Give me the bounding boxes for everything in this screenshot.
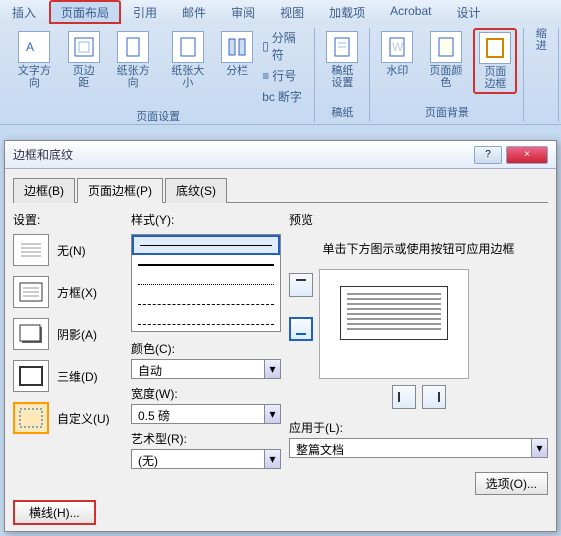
page-border-icon [479, 32, 511, 64]
art-field: 艺术型(R): (无)▾ [131, 430, 281, 469]
orientation-button[interactable]: 纸张方向 [107, 28, 160, 92]
setting-shadow[interactable]: 阴影(A) [13, 318, 123, 350]
tab-design[interactable]: 设计 [444, 0, 493, 24]
art-combo[interactable]: (无)▾ [131, 449, 281, 469]
group-page-background: W水印 页面颜色 页面 边框 页面背景 [370, 28, 524, 122]
text-direction-button[interactable]: A文字方向 [8, 28, 61, 92]
width-label: 宽度(W): [131, 385, 281, 402]
preview-column: 预览 单击下方图示或使用按钮可应用边框 [289, 211, 548, 475]
tab-insert[interactable]: 插入 [0, 0, 49, 24]
horizontal-line-button[interactable]: 横线(H)... [13, 500, 96, 525]
setting-custom[interactable]: 自定义(U) [13, 402, 123, 434]
tab-addins[interactable]: 加载项 [317, 0, 378, 24]
line-no-icon: ≡ [262, 69, 269, 83]
breaks-icon: ▯ [262, 39, 269, 53]
page-border-button[interactable]: 页面 边框 [473, 28, 517, 94]
chevron-down-icon[interactable]: ▾ [264, 450, 280, 468]
group-paper: 稿纸 设置 稿纸 [315, 28, 370, 122]
style-option[interactable] [132, 275, 280, 295]
none-icon [13, 234, 49, 266]
box-icon [13, 276, 49, 308]
watermark-button[interactable]: W水印 [376, 28, 418, 80]
ribbon-tabs: 插入 页面布局 引用 邮件 审阅 视图 加载项 Acrobat 设计 [0, 0, 561, 24]
preview-bottom-border-button[interactable] [289, 317, 313, 341]
style-option[interactable] [132, 295, 280, 315]
chevron-down-icon[interactable]: ▾ [264, 405, 280, 423]
paper-icon [326, 31, 358, 63]
preview-top-border-button[interactable] [289, 273, 313, 297]
tab-mailings[interactable]: 邮件 [170, 0, 219, 24]
preview-page[interactable] [319, 269, 469, 379]
group-page-setup: A文字方向 页边距 纸张方向 纸张大小 分栏 ▯分隔符 ≡行号 bc断字 页面设… [2, 28, 315, 122]
page-color-icon [430, 31, 462, 63]
text-direction-icon: A [18, 31, 50, 63]
hyphenation-button[interactable]: bc断字 [260, 87, 308, 106]
style-listbox[interactable] [131, 234, 281, 332]
color-combo[interactable]: 自动▾ [131, 359, 281, 379]
size-button[interactable]: 纸张大小 [161, 28, 214, 92]
line-numbers-button[interactable]: ≡行号 [260, 66, 308, 85]
group-indent: 缩进 [524, 28, 559, 122]
setting-none[interactable]: 无(N) [13, 234, 123, 266]
group-label-paper: 稿纸 [331, 102, 353, 122]
preview-right-border-button[interactable] [422, 385, 446, 409]
apply-to-field: 应用于(L): 整篇文档▾ [289, 419, 548, 458]
margins-button[interactable]: 页边距 [63, 28, 105, 92]
tab-page-layout[interactable]: 页面布局 [49, 0, 121, 24]
apply-to-label: 应用于(L): [289, 419, 548, 436]
style-option[interactable] [132, 235, 280, 255]
color-label: 颜色(C): [131, 340, 281, 357]
paper-settings-button[interactable]: 稿纸 设置 [321, 28, 363, 92]
hyphen-icon: bc [262, 90, 275, 104]
group-label-page-setup: 页面设置 [136, 106, 180, 126]
orientation-icon [117, 31, 149, 63]
size-icon [172, 31, 204, 63]
dialog-title: 边框和底纹 [13, 146, 474, 163]
setting-box[interactable]: 方框(X) [13, 276, 123, 308]
style-option[interactable] [132, 255, 280, 275]
svg-text:A: A [26, 40, 34, 54]
preview-left-border-button[interactable] [392, 385, 416, 409]
setting-3d[interactable]: 三维(D) [13, 360, 123, 392]
width-field: 宽度(W): 0.5 磅▾ [131, 385, 281, 424]
dialog-help-button[interactable]: ? [474, 146, 502, 164]
preview-label: 预览 [289, 211, 548, 228]
apply-to-combo[interactable]: 整篇文档▾ [289, 438, 548, 458]
watermark-icon: W [381, 31, 413, 63]
dialog-close-button[interactable]: × [506, 146, 548, 164]
settings-label: 设置: [13, 211, 123, 228]
custom-icon [13, 402, 49, 434]
width-combo[interactable]: 0.5 磅▾ [131, 404, 281, 424]
page-color-button[interactable]: 页面颜色 [420, 28, 471, 92]
tab-review[interactable]: 审阅 [219, 0, 268, 24]
chevron-down-icon[interactable]: ▾ [531, 439, 547, 457]
style-column: 样式(Y): 颜色(C): 自动▾ 宽度(W): 0.5 磅▾ 艺术型(R): … [131, 211, 281, 475]
columns-icon [221, 31, 253, 63]
columns-button[interactable]: 分栏 [216, 28, 258, 80]
group-label-page-bg: 页面背景 [425, 102, 469, 122]
shadow-icon [13, 318, 49, 350]
svg-text:W: W [392, 40, 404, 54]
tab-references[interactable]: 引用 [121, 0, 170, 24]
settings-column: 设置: 无(N) 方框(X) 阴影(A) 三维(D) 自定义(U) [13, 211, 123, 475]
dialog-tabs: 边框(B) 页面边框(P) 底纹(S) [13, 177, 548, 203]
color-field: 颜色(C): 自动▾ [131, 340, 281, 379]
preview-hint: 单击下方图示或使用按钮可应用边框 [305, 240, 532, 257]
borders-shading-dialog: 边框和底纹 ? × 边框(B) 页面边框(P) 底纹(S) 设置: 无(N) 方… [4, 140, 557, 532]
style-option[interactable] [132, 315, 280, 332]
options-button[interactable]: 选项(O)... [475, 472, 548, 495]
dialog-tab-border[interactable]: 边框(B) [13, 178, 75, 203]
dialog-tab-page-border[interactable]: 页面边框(P) [77, 178, 163, 203]
tab-view[interactable]: 视图 [268, 0, 317, 24]
three-d-icon [13, 360, 49, 392]
dialog-tab-shading[interactable]: 底纹(S) [165, 178, 227, 203]
dialog-titlebar: 边框和底纹 ? × [5, 141, 556, 169]
tab-acrobat[interactable]: Acrobat [378, 0, 444, 24]
art-label: 艺术型(R): [131, 430, 281, 447]
style-label: 样式(Y): [131, 211, 281, 228]
breaks-button[interactable]: ▯分隔符 [260, 28, 308, 64]
chevron-down-icon[interactable]: ▾ [264, 360, 280, 378]
margins-icon [68, 31, 100, 63]
